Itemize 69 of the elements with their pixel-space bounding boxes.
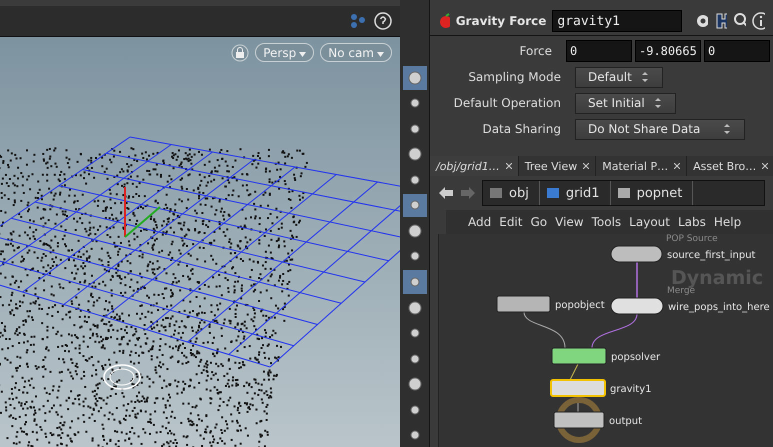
parameter-label: Force — [518, 44, 553, 58]
number-field[interactable]: 0 — [704, 40, 770, 62]
node[interactable] — [610, 246, 662, 262]
tool-icon — [406, 70, 422, 86]
viewport-tool[interactable] — [402, 194, 426, 218]
pane-tab[interactable]: /obj/grid1… — [430, 156, 519, 176]
close-icon[interactable] — [674, 163, 680, 169]
menu-arrow-icon — [722, 123, 732, 135]
tool-icon — [406, 146, 422, 162]
tool-icon — [406, 222, 422, 239]
menu-item[interactable]: Go — [526, 215, 552, 229]
back-arrow-icon[interactable] — [438, 186, 454, 200]
viewport-tool[interactable] — [402, 66, 426, 90]
display-options-icon[interactable] — [350, 13, 366, 29]
number-field[interactable]: 0 — [566, 40, 632, 62]
path-crumb[interactable]: grid1 — [540, 181, 611, 205]
node[interactable] — [496, 296, 550, 312]
help-book-icon[interactable] — [714, 12, 727, 30]
node-name: wire_pops_into_here — [668, 302, 770, 313]
menu-arrow-icon — [640, 71, 650, 83]
pane-tab[interactable]: Asset Bro… — [687, 156, 773, 176]
number-field[interactable]: -9.80665 — [635, 40, 701, 62]
menu-item[interactable]: Layout — [625, 215, 674, 229]
network-label: Dynamic — [671, 267, 764, 289]
close-icon[interactable] — [762, 163, 768, 169]
help-icon[interactable] — [374, 12, 392, 30]
lock-icon[interactable] — [231, 44, 250, 62]
node-type-title: Gravity Force — [456, 14, 546, 28]
pane-tab[interactable]: Tree View — [518, 156, 596, 176]
menu-item[interactable]: Labs — [674, 215, 710, 229]
node[interactable] — [552, 348, 606, 364]
tool-icon — [406, 300, 422, 316]
apple-icon — [438, 13, 450, 29]
viewport-tool[interactable] — [402, 270, 426, 294]
node-icon — [546, 186, 560, 200]
node-name: popsolver — [611, 352, 660, 363]
node[interactable] — [554, 412, 604, 428]
menu-item[interactable]: Tools — [588, 215, 626, 229]
path-crumb[interactable]: popnet — [610, 181, 694, 205]
node[interactable] — [610, 298, 664, 314]
tool-icon — [406, 376, 422, 392]
node-name: gravity1 — [610, 384, 652, 395]
menu-item[interactable]: Add — [464, 215, 496, 229]
dropdown-menu[interactable]: Do Not Share Data — [575, 118, 745, 140]
node-icon — [489, 186, 503, 200]
info-icon[interactable] — [752, 12, 765, 30]
node-name: output — [609, 416, 642, 427]
node-type-label: POP Source — [666, 234, 718, 244]
menu-item[interactable]: Edit — [495, 215, 526, 229]
node-name: popobject — [555, 300, 605, 311]
caret-icon — [377, 52, 384, 56]
node-icon — [616, 186, 631, 200]
parameter-label: Sampling Mode — [467, 70, 562, 84]
node-name: source_first_input — [667, 250, 756, 261]
close-icon[interactable] — [583, 163, 590, 169]
menu-item[interactable]: Help — [710, 215, 746, 229]
close-icon[interactable] — [506, 163, 512, 169]
parameter-label: Data Sharing — [481, 122, 562, 136]
pane-tab[interactable]: Material P… — [596, 156, 688, 176]
dropdown-menu[interactable]: Set Initial — [575, 92, 676, 114]
dropdown-menu[interactable]: Default — [575, 66, 663, 88]
parameter-label: Default Operation — [452, 96, 562, 110]
caret-icon — [299, 52, 306, 56]
path-crumb[interactable]: obj — [483, 181, 540, 205]
menu-arrow-icon — [652, 97, 663, 109]
node-name-field[interactable]: gravity1 — [552, 10, 682, 32]
menu-item[interactable]: View — [551, 215, 588, 229]
ring-handle-icon — [103, 364, 141, 390]
node-type-label: Merge — [667, 286, 696, 296]
